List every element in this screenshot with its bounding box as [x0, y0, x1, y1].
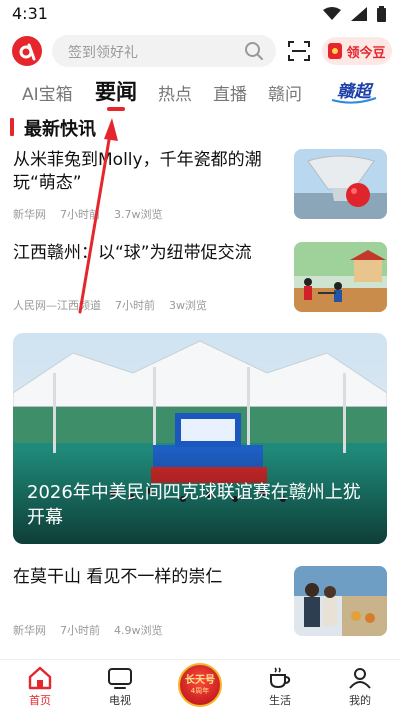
news-item[interactable]: 在莫干山 看见不一样的崇仁 新华网 7小时前 4.9w浏览 [0, 566, 400, 641]
news-meta: 人民网—江西频道 7小时前 3w浏览 [13, 297, 207, 313]
signal-icon [351, 7, 367, 21]
news-thumbnail[interactable] [294, 566, 387, 636]
nav-life-label: 生活 [269, 694, 291, 707]
news-meta: 新华网 7小时前 4.9w浏览 [13, 622, 163, 638]
tab-headlines[interactable]: 要闻 [95, 76, 137, 106]
section-title: 最新快讯 [24, 119, 96, 140]
user-icon [349, 668, 371, 689]
tv-icon [108, 668, 132, 689]
section-header: 最新快讯 [0, 114, 400, 140]
home-icon [28, 666, 52, 690]
nav-home[interactable]: 首页 [12, 666, 68, 708]
coupon-button[interactable]: 领今豆 [322, 37, 392, 65]
active-tab-indicator [107, 107, 125, 111]
news-source: 新华网 [13, 208, 46, 221]
nav-tv[interactable]: 电视 [92, 666, 148, 708]
app-logo[interactable] [12, 36, 42, 66]
tab-hot[interactable]: 热点 [158, 80, 192, 105]
featured-card[interactable]: 2026年中美民间四克球联谊赛在赣州上犹开幕 [13, 333, 387, 544]
search-icon[interactable] [244, 41, 264, 61]
news-item[interactable]: 江西赣州：以“球”为纽带促交流 人民网—江西频道 7小时前 3w浏览 [0, 242, 400, 317]
news-time: 7小时前 [115, 299, 155, 312]
news-thumbnail[interactable] [294, 149, 387, 219]
tab-ganwen[interactable]: 赣问 [268, 80, 302, 105]
section-accent-bar [10, 118, 14, 136]
logo-icon [19, 43, 36, 61]
search-row: 签到领好礼 领今豆 [0, 34, 400, 70]
nav-life[interactable]: 生活 [252, 666, 308, 708]
nav-me[interactable]: 我的 [332, 666, 388, 708]
battery-icon [377, 6, 386, 22]
wifi-icon [323, 7, 341, 20]
nav-home-label: 首页 [29, 694, 51, 707]
tab-ganchao[interactable]: 赣超 [326, 76, 382, 106]
status-icons [323, 6, 386, 22]
nav-me-label: 我的 [349, 694, 371, 707]
news-source: 新华网 [13, 624, 46, 637]
news-views: 4.9w浏览 [114, 624, 163, 637]
news-title[interactable]: 江西赣州：以“球”为纽带促交流 [13, 242, 281, 265]
tab-ai-box[interactable]: AI宝箱 [22, 80, 73, 105]
nav-center-title: 长天号 [185, 674, 215, 686]
news-title[interactable]: 在莫干山 看见不一样的崇仁 [13, 566, 281, 589]
featured-title[interactable]: 2026年中美民间四克球联谊赛在赣州上犹开幕 [27, 480, 377, 530]
red-envelope-icon [328, 43, 343, 59]
nav-center-subtitle: 4周年 [190, 686, 210, 695]
news-meta: 新华网 7小时前 3.7w浏览 [13, 206, 163, 222]
news-time: 7小时前 [60, 624, 100, 637]
tab-live[interactable]: 直播 [213, 80, 247, 105]
news-views: 3w浏览 [169, 299, 207, 312]
news-source: 人民网—江西频道 [13, 299, 101, 312]
search-input[interactable]: 签到领好礼 [52, 35, 276, 67]
nav-tv-label: 电视 [109, 694, 131, 707]
news-time: 7小时前 [60, 208, 100, 221]
svg-text:赣超: 赣超 [337, 82, 374, 102]
channel-tabs: AI宝箱 要闻 热点 直播 赣问 赣超 [0, 74, 400, 111]
status-time: 4:31 [12, 4, 48, 23]
coupon-label: 领今豆 [346, 45, 386, 61]
news-item[interactable]: 从米菲兔到Molly，千年瓷都的潮玩“萌态” 新华网 7小时前 3.7w浏览 [0, 149, 400, 224]
news-title[interactable]: 从米菲兔到Molly，千年瓷都的潮玩“萌态” [13, 149, 281, 195]
nav-center-button[interactable]: 长天号 4周年 [178, 663, 222, 707]
search-placeholder: 签到领好礼 [68, 45, 138, 61]
news-views: 3.7w浏览 [114, 208, 163, 221]
status-bar: 4:31 [0, 0, 400, 30]
coffee-cup-icon [270, 667, 291, 689]
scan-icon[interactable] [287, 40, 311, 62]
bottom-nav: 首页 电视 长天号 4周年 生活 我的 [0, 659, 400, 711]
news-thumbnail[interactable] [294, 242, 387, 312]
